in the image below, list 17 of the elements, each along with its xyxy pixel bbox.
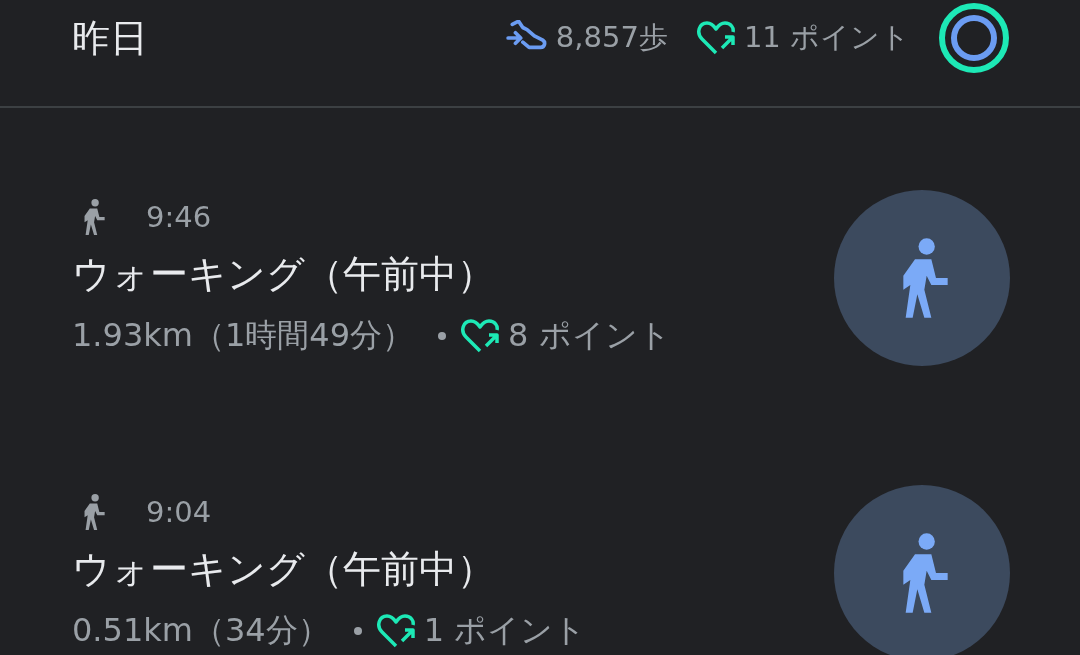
activity-points: 1 ポイント bbox=[423, 609, 587, 651]
activity-time: 9:46 bbox=[146, 199, 212, 234]
activity-time: 9:04 bbox=[146, 494, 212, 529]
activity-points: 8 ポイント bbox=[508, 314, 671, 356]
activity-title: ウォーキング（午前中） bbox=[72, 545, 496, 593]
heart-arrow-icon bbox=[375, 612, 416, 649]
separator-dot bbox=[353, 626, 362, 635]
activity-distance: 1.93km（1時間49分） bbox=[72, 314, 415, 356]
steps-count: 8,857歩 bbox=[555, 19, 668, 56]
activity-title: ウォーキング（午前中） bbox=[72, 250, 496, 298]
heart-arrow-icon bbox=[460, 317, 501, 354]
heart-points: 11 ポイント bbox=[743, 19, 910, 56]
activity-distance: 0.51km（34分） bbox=[72, 609, 330, 651]
day-title: 昨日 bbox=[72, 14, 148, 62]
separator-dot bbox=[438, 331, 447, 340]
goal-ring-icon bbox=[938, 2, 1010, 74]
heart-arrow-icon bbox=[695, 20, 736, 56]
